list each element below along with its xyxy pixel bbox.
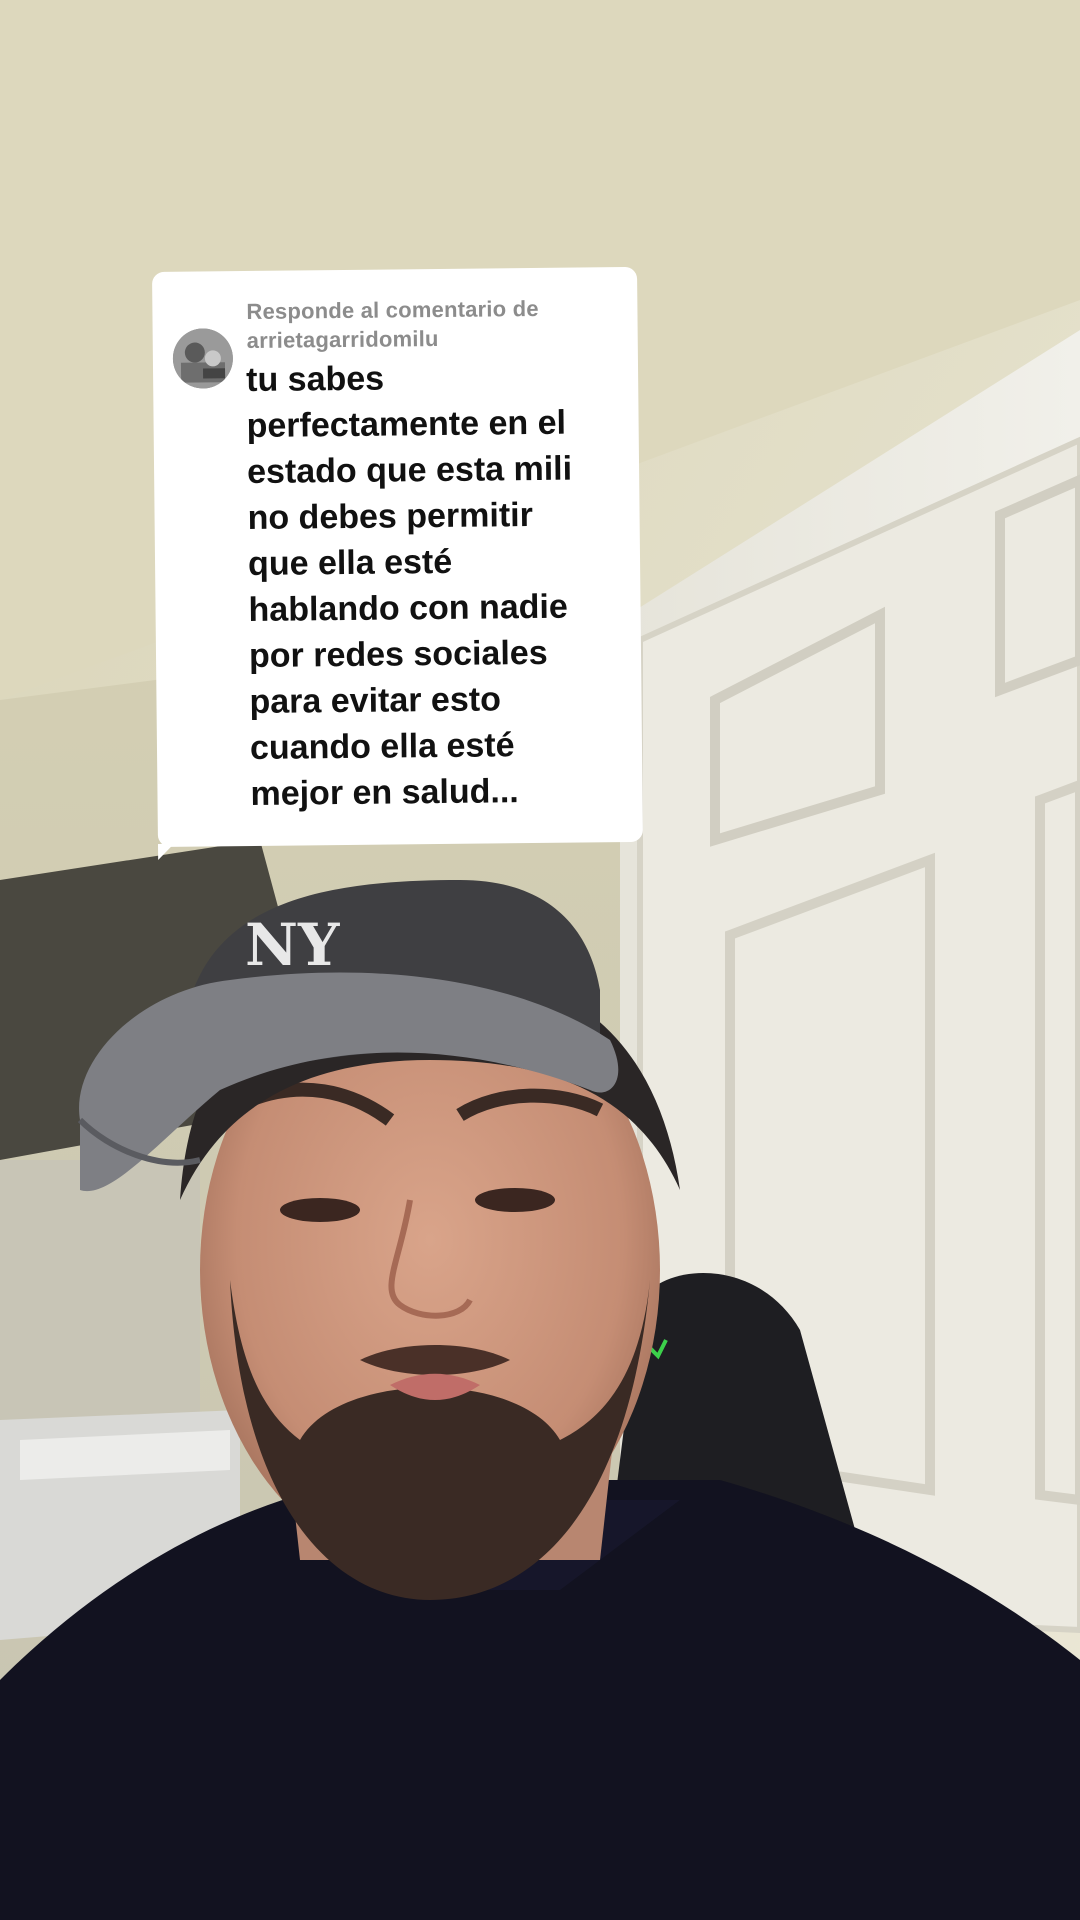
comment-line: mejor en salud... — [250, 772, 519, 813]
comment-header: Responde al comentario de arrietagarrido… — [246, 293, 626, 355]
comment-username[interactable]: arrietagarridomilu — [247, 322, 626, 355]
user-avatar-icon[interactable] — [172, 328, 234, 389]
comment-line: tu sabes — [245, 359, 385, 400]
comment-card-tail — [157, 843, 175, 860]
comment-line: estado que esta mili — [246, 449, 573, 492]
comment-line: perfectamente en el — [246, 403, 567, 446]
reply-header-prefix: Responde al comentario de — [246, 295, 539, 325]
comment-line: no debes permitir — [247, 496, 534, 538]
svg-text:NY: NY — [245, 911, 340, 979]
comment-line: para evitar esto — [249, 680, 502, 722]
comment-line: cuando ella esté — [249, 726, 515, 767]
reply-comment-card[interactable]: Responde al comentario de arrietagarrido… — [152, 266, 643, 860]
comment-line: por redes sociales — [248, 633, 548, 676]
comment-line: que ella esté — [247, 542, 453, 584]
comment-line: hablando con nadie — [248, 587, 568, 630]
comment-text: tu sabes perfectamente en el estado que … — [246, 353, 629, 817]
